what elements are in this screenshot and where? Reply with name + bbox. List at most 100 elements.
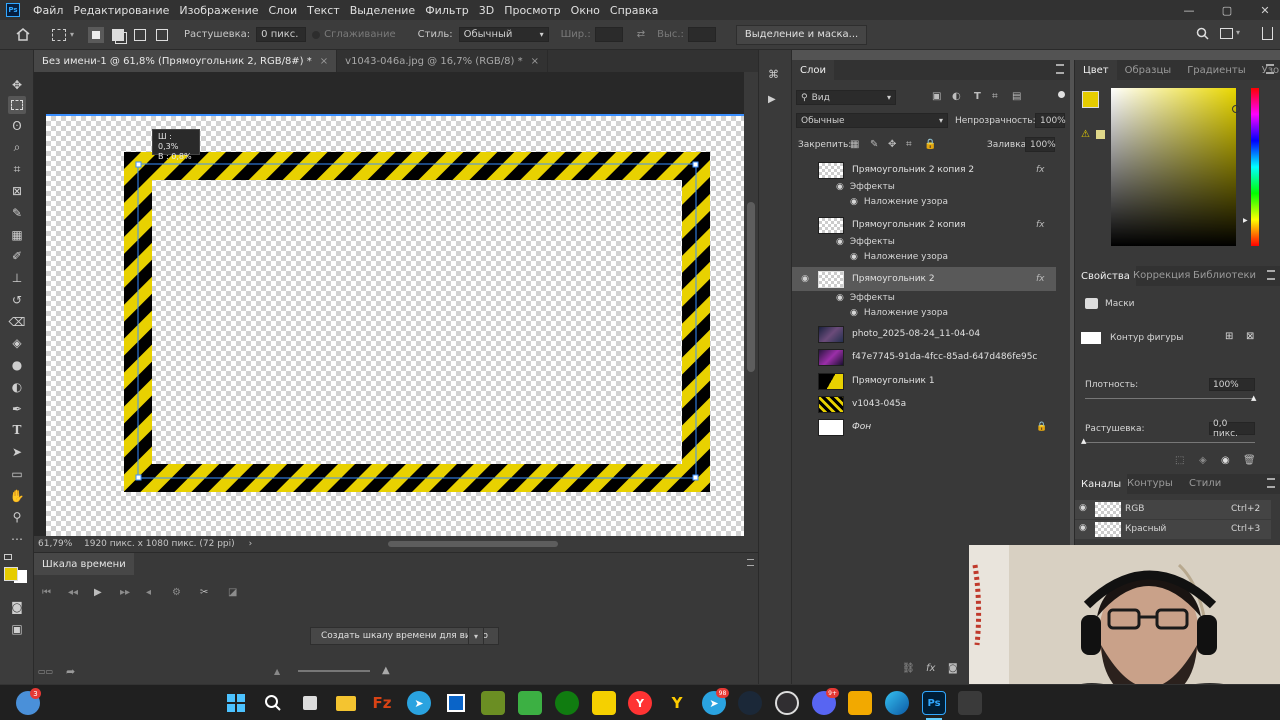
sticky-icon[interactable]	[592, 691, 616, 715]
opacity-input[interactable]: 100%	[1035, 113, 1066, 128]
paint-bucket-tool-icon[interactable]: ◈	[8, 334, 26, 352]
minimize-button[interactable]: —	[1176, 0, 1202, 20]
chevron-down-icon[interactable]: ▾	[1236, 28, 1240, 37]
render-icon[interactable]: ➦	[66, 665, 75, 678]
tab-properties[interactable]: Свойства	[1075, 266, 1136, 286]
layer-name[interactable]: Прямоугольник 2 копия 2	[852, 165, 974, 175]
brush-tool-icon[interactable]: ✐	[8, 247, 26, 265]
obs-icon[interactable]	[775, 691, 799, 715]
width-input[interactable]	[594, 27, 623, 42]
lock-position-icon[interactable]: ✥	[888, 139, 896, 150]
density-slider-handle[interactable]: ▲	[1251, 394, 1256, 402]
intersect-selection-icon[interactable]	[156, 28, 169, 41]
effects-row[interactable]: ◉ Эффекты	[836, 293, 895, 303]
menu-file[interactable]: Файл	[28, 4, 68, 17]
filter-pixel-icon[interactable]: ▣	[932, 91, 941, 102]
scissors-icon[interactable]: ✂	[200, 587, 208, 598]
density-input[interactable]: 100%	[1209, 378, 1255, 391]
eye-icon[interactable]: ◉	[1079, 503, 1087, 513]
tab-libraries[interactable]: Библиотеки	[1193, 270, 1256, 281]
add-layer-style-icon[interactable]: fx	[926, 663, 935, 674]
tab-gradients[interactable]: Градиенты	[1179, 60, 1253, 80]
layer-effects-icon[interactable]: fx	[1036, 220, 1045, 230]
clone-stamp-tool-icon[interactable]: ⊥	[8, 269, 26, 287]
channel-row[interactable]: ◉ RGB Ctrl+2	[1075, 500, 1271, 519]
blend-mode-select[interactable]: Обычные ▾	[796, 113, 948, 128]
filter-adjustment-icon[interactable]: ◐	[952, 91, 961, 102]
scroll-thumb[interactable]	[388, 541, 558, 547]
color-picker-cursor[interactable]	[1232, 105, 1240, 113]
effect-row[interactable]: ◉ Наложение узора	[850, 197, 948, 207]
layer-row[interactable]: v1043-045a	[792, 394, 1056, 414]
channel-row[interactable]: ◉ Красный Ctrl+3	[1075, 520, 1271, 539]
hand-tool-icon[interactable]: ✋	[8, 487, 26, 505]
play-icon[interactable]: ▶	[94, 587, 102, 598]
gamut-warning-icon[interactable]: ⚠	[1081, 129, 1090, 140]
steam-icon[interactable]	[738, 691, 762, 715]
zoom-in-icon[interactable]: ▲	[382, 665, 390, 676]
filter-smart-object-icon[interactable]: ▤	[1012, 91, 1021, 102]
home-icon[interactable]	[16, 28, 32, 41]
fill-input[interactable]: 100%	[1025, 137, 1056, 152]
layer-row[interactable]: Прямоугольник 1	[792, 371, 1056, 391]
eyedropper-tool-icon[interactable]: ✎	[8, 204, 26, 222]
menu-image[interactable]: Изображение	[174, 4, 263, 17]
lock-transparent-icon[interactable]: ▦	[850, 139, 859, 150]
filter-type-icon[interactable]: T	[974, 91, 981, 102]
panel-menu-icon[interactable]	[1056, 64, 1064, 74]
tab-color[interactable]: Цвет	[1075, 60, 1117, 80]
quick-mask-icon[interactable]: ◙	[8, 598, 26, 616]
history-icon[interactable]: ⌘	[768, 68, 779, 81]
feather-slider[interactable]	[1085, 442, 1255, 443]
eraser-tool-icon[interactable]: ⌫	[8, 313, 26, 331]
move-tool-icon[interactable]: ✥	[8, 76, 26, 94]
yandex-music-icon[interactable]: Y	[665, 691, 689, 715]
select-and-mask-button[interactable]: Выделение и маска...	[735, 24, 868, 45]
layer-name[interactable]: Прямоугольник 2 копия	[852, 220, 966, 230]
search-icon[interactable]	[1196, 27, 1209, 43]
panel-menu-icon[interactable]	[1267, 478, 1275, 488]
healing-brush-tool-icon[interactable]: ▦	[8, 226, 26, 244]
feather-slider-handle[interactable]: ▲	[1081, 437, 1086, 445]
hue-slider[interactable]	[1251, 88, 1259, 246]
quick-selection-tool-icon[interactable]: ⌕	[8, 138, 26, 156]
effects-row[interactable]: ◉ Эффекты	[836, 182, 895, 192]
panel-menu-icon[interactable]	[1267, 270, 1275, 280]
panel-menu-icon[interactable]	[1266, 64, 1274, 74]
lock-pixels-icon[interactable]: ✎	[870, 139, 878, 150]
layer-row[interactable]: Фон 🔒	[792, 417, 1056, 437]
frame-tool-icon[interactable]: ⊠	[8, 182, 26, 200]
task-view-icon[interactable]	[298, 691, 322, 715]
settings-icon[interactable]: ⚙	[172, 587, 181, 598]
density-slider[interactable]	[1085, 398, 1255, 399]
tab-adjustments[interactable]: Коррекция	[1133, 270, 1190, 281]
vertical-scrollbar[interactable]	[744, 72, 758, 536]
yandex-icon[interactable]: Y	[628, 691, 652, 715]
tab-layers[interactable]: Слои	[792, 60, 834, 80]
antialias-checkbox[interactable]	[312, 30, 321, 39]
tab-swatches[interactable]: Образцы	[1117, 60, 1180, 80]
style-select[interactable]: Обычный ▾	[458, 27, 549, 42]
apply-mask-icon[interactable]: ◈	[1199, 455, 1207, 466]
maximize-button[interactable]: ▢	[1214, 0, 1240, 20]
add-selection-icon[interactable]	[112, 28, 125, 41]
actions-icon[interactable]: ▶	[768, 94, 776, 105]
hazard-stripe-frame[interactable]	[124, 152, 710, 492]
close-button[interactable]: ✕	[1252, 0, 1278, 20]
effect-row[interactable]: ◉ Наложение узора	[850, 308, 948, 318]
more-tools-icon[interactable]: ⋯	[8, 530, 26, 548]
delete-mask-icon[interactable]: 🗑	[1243, 455, 1256, 466]
menu-view[interactable]: Просмотр	[499, 4, 565, 17]
feather-input[interactable]: 0 пикс.	[256, 27, 307, 42]
tab-document-2[interactable]: v1043-046a.jpg @ 16,7% (RGB/8) * ×	[337, 50, 548, 72]
marquee-tool-icon[interactable]	[52, 28, 66, 41]
filter-toggle[interactable]	[1058, 91, 1065, 98]
add-mask-icon[interactable]: ◙	[948, 663, 958, 674]
next-frame-icon[interactable]: ▸▸	[120, 587, 130, 598]
feather-input[interactable]: 0,0 пикс.	[1209, 419, 1255, 439]
app-icon[interactable]	[444, 691, 468, 715]
layer-name[interactable]: Фон	[852, 422, 871, 432]
menu-filter[interactable]: Фильтр	[420, 4, 474, 17]
timeline-zoom-slider[interactable]	[298, 670, 370, 672]
eye-icon[interactable]: ◉	[1079, 523, 1087, 533]
